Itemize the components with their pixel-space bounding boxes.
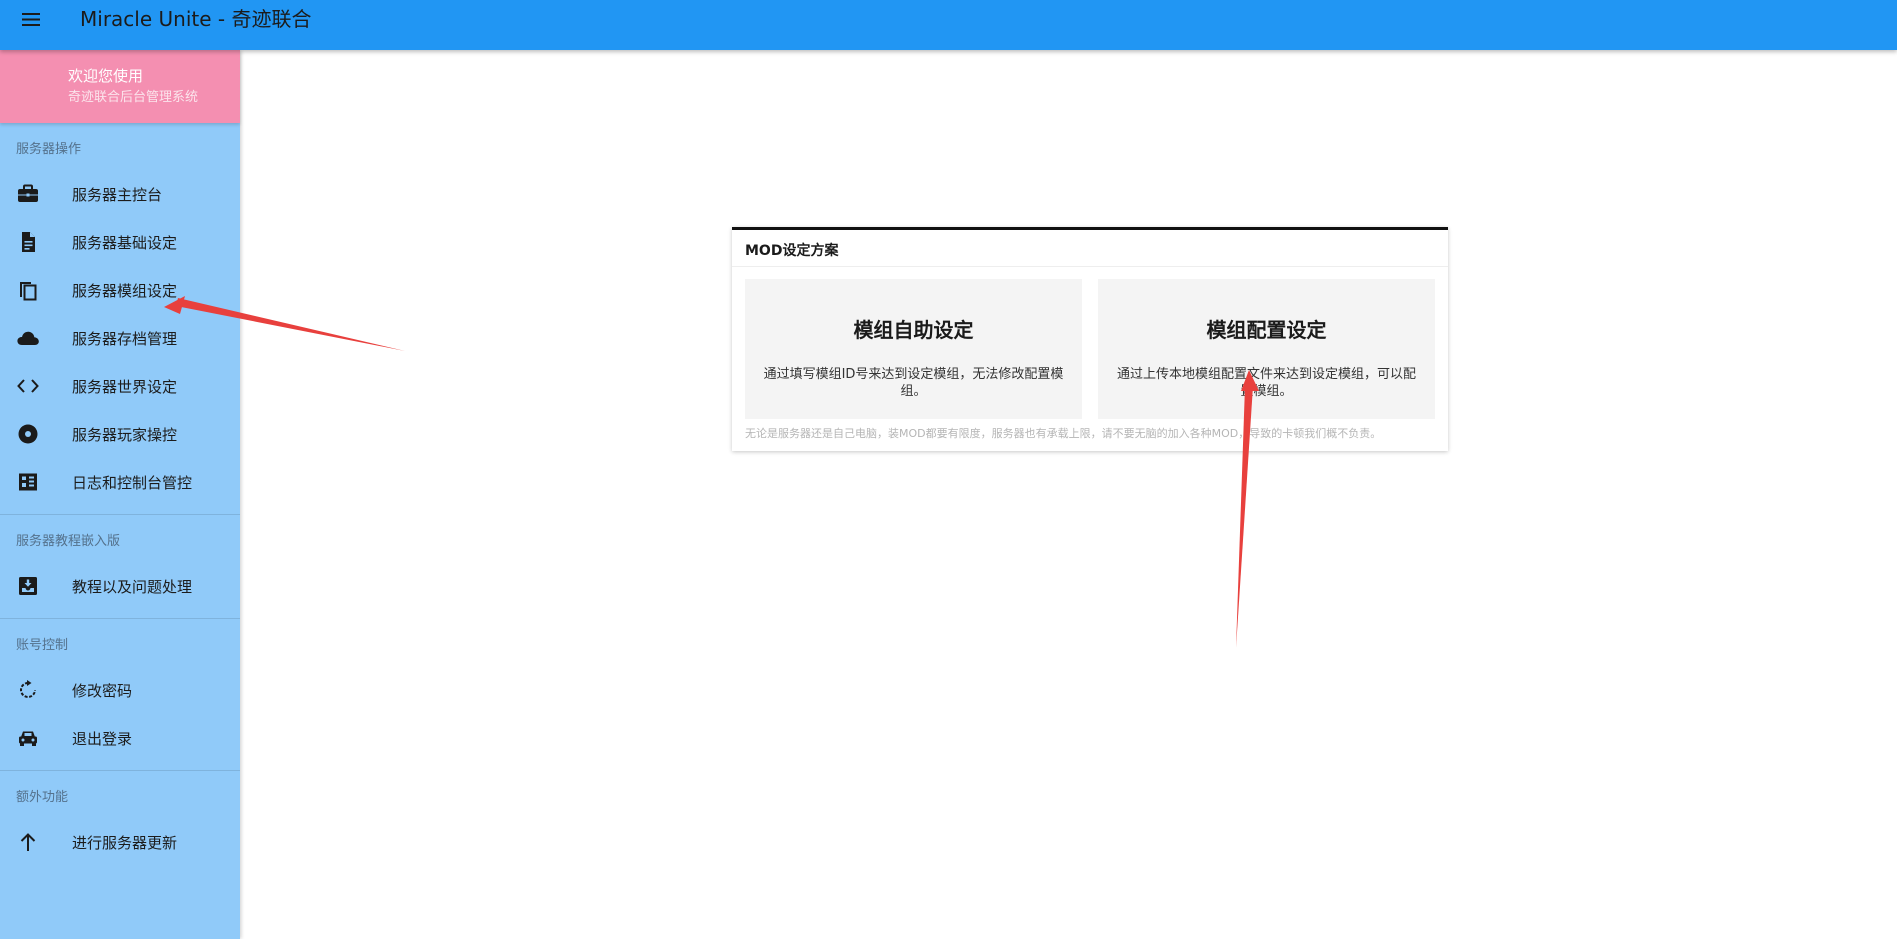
- sidebar-item-label: 修改密码: [72, 682, 133, 700]
- section-label-account: 账号控制: [16, 638, 69, 653]
- welcome-subtitle: 奇迹联合后台管理系统: [68, 90, 199, 105]
- sidebar-divider: [0, 514, 240, 515]
- welcome-title: 欢迎您使用: [68, 67, 144, 85]
- mod-self-service-option[interactable]: 模组自助设定 通过填写模组ID号来达到设定模组，无法修改配置模组。: [745, 279, 1082, 419]
- welcome-banner: 欢迎您使用 奇迹联合后台管理系统: [0, 50, 240, 123]
- section-label-server-ops: 服务器操作: [16, 142, 82, 157]
- sidebar-item-label: 日志和控制台管控: [72, 474, 193, 492]
- sidebar-item-label: 教程以及问题处理: [72, 578, 193, 596]
- section-label-tutorial: 服务器教程嵌入版: [16, 534, 121, 549]
- sidebar: 欢迎您使用 奇迹联合后台管理系统 服务器操作 服务器主控台 服务器基础设定 服务…: [0, 50, 240, 939]
- card-note: 无论是服务器还是自己电脑，装MOD都要有限度，服务器也有承载上限，请不要无脑的加…: [745, 427, 1382, 440]
- document-icon: [16, 231, 40, 253]
- sidebar-item-label: 退出登录: [72, 730, 133, 748]
- card-divider: [732, 266, 1448, 267]
- option-title: 模组配置设定: [1206, 318, 1327, 342]
- sidebar-item-server-basic-settings[interactable]: 服务器基础设定: [0, 220, 240, 264]
- card-title: MOD设定方案: [745, 243, 839, 259]
- memory-chip-icon: [16, 471, 40, 493]
- sidebar-item-server-player-control[interactable]: 服务器玩家操控: [0, 412, 240, 456]
- disc-icon: [16, 423, 40, 445]
- mod-settings-card: MOD设定方案 模组自助设定 通过填写模组ID号来达到设定模组，无法修改配置模组…: [732, 227, 1448, 451]
- sidebar-item-server-world-settings[interactable]: 服务器世界设定: [0, 364, 240, 408]
- sidebar-item-label: 服务器世界设定: [72, 378, 178, 396]
- annotation-arrows: [164, 296, 1259, 648]
- option-description: 通过填写模组ID号来达到设定模组，无法修改配置模组。: [763, 367, 1064, 399]
- sidebar-item-label: 服务器主控台: [72, 186, 163, 204]
- sidebar-item-change-password[interactable]: 修改密码: [0, 668, 240, 712]
- app-bar: Miracle Unite - 奇迹联合: [0, 0, 1897, 50]
- sidebar-item-logout[interactable]: 退出登录: [0, 716, 240, 760]
- sidebar-divider: [0, 770, 240, 771]
- code-icon: [16, 375, 40, 397]
- inbox-download-icon: [16, 575, 40, 597]
- sidebar-item-server-save-management[interactable]: 服务器存档管理: [0, 316, 240, 360]
- rotate-icon: [16, 679, 40, 701]
- sidebar-item-log-console-control[interactable]: 日志和控制台管控: [0, 460, 240, 504]
- car-icon: [16, 727, 40, 749]
- sidebar-item-label: 服务器玩家操控: [72, 426, 178, 444]
- sidebar-item-server-mod-settings[interactable]: 服务器模组设定: [0, 268, 240, 312]
- option-title: 模组自助设定: [853, 318, 974, 342]
- menu-button[interactable]: [18, 8, 48, 32]
- section-label-extra: 额外功能: [16, 790, 69, 805]
- option-description: 通过上传本地模组配置文件来达到设定模组，可以配置模组。: [1116, 367, 1416, 399]
- app-title: Miracle Unite - 奇迹联合: [80, 7, 312, 31]
- sidebar-item-label: 进行服务器更新: [72, 834, 178, 852]
- sidebar-item-label: 服务器存档管理: [72, 330, 178, 348]
- arrow-up-icon: [16, 831, 40, 853]
- sidebar-item-server-console[interactable]: 服务器主控台: [0, 172, 240, 216]
- sidebar-item-tutorial-help[interactable]: 教程以及问题处理: [0, 564, 240, 608]
- mod-config-option[interactable]: 模组配置设定 通过上传本地模组配置文件来达到设定模组，可以配置模组。: [1098, 279, 1435, 419]
- menu-icon: [18, 8, 48, 32]
- sidebar-item-label: 服务器模组设定: [72, 282, 178, 300]
- sidebar-divider: [0, 618, 240, 619]
- sidebar-item-label: 服务器基础设定: [72, 234, 178, 252]
- copy-icon: [16, 279, 40, 301]
- sidebar-item-server-update[interactable]: 进行服务器更新: [0, 820, 240, 864]
- briefcase-icon: [16, 183, 40, 205]
- cloud-icon: [16, 327, 40, 349]
